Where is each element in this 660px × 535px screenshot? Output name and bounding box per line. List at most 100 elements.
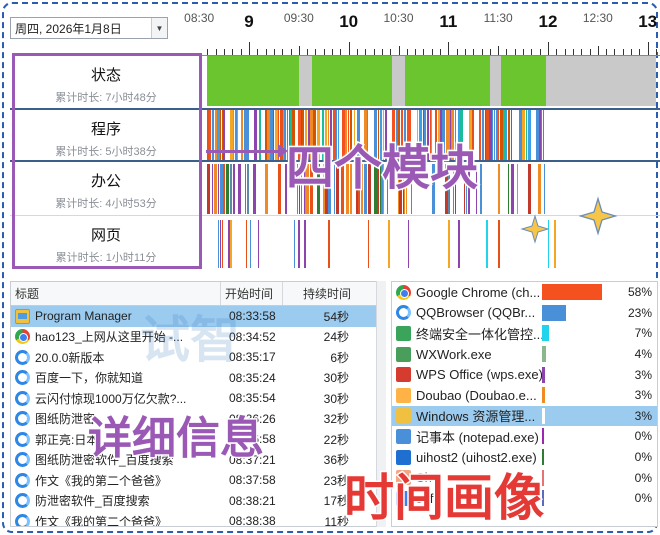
- activity-stripe[interactable]: [278, 164, 282, 214]
- header-start[interactable]: 开始时间: [221, 282, 283, 305]
- activity-stripe[interactable]: [538, 164, 542, 214]
- activity-stripe[interactable]: [472, 110, 475, 160]
- activity-stripe[interactable]: [253, 164, 257, 214]
- list-item[interactable]: 郭正亮:日本 08:36:58 22秒: [11, 429, 385, 450]
- activity-stripe[interactable]: [346, 164, 350, 214]
- activity-stripe[interactable]: [388, 220, 390, 268]
- app-usage-item[interactable]: uihost2 (uihost2.exe) 0%: [392, 447, 657, 468]
- list-item[interactable]: Program Manager 08:33:58 54秒: [11, 306, 385, 327]
- activity-stripe[interactable]: [304, 220, 306, 268]
- activity-stripe[interactable]: [458, 220, 460, 268]
- list-item[interactable]: 图纸防泄密 08:36:26 32秒: [11, 409, 385, 430]
- activity-stripe[interactable]: [424, 110, 427, 160]
- activity-stripe[interactable]: [374, 110, 378, 160]
- activity-stripe[interactable]: [460, 110, 464, 160]
- activity-stripe[interactable]: [233, 164, 236, 214]
- activity-stripe[interactable]: [468, 164, 471, 214]
- activity-stripe[interactable]: [247, 164, 250, 214]
- activity-stripe[interactable]: [528, 110, 532, 160]
- activity-stripe[interactable]: [526, 110, 528, 160]
- app-usage-item[interactable]: 记事本 (notepad.exe) 0%: [392, 426, 657, 447]
- activity-stripe[interactable]: [404, 164, 406, 214]
- activity-stripe[interactable]: [218, 220, 219, 268]
- activity-stripe[interactable]: [364, 164, 368, 214]
- list-item[interactable]: 云闪付惊现1000万亿欠款?... 08:35:54 30秒: [11, 388, 385, 409]
- activity-stripe[interactable]: [212, 164, 214, 214]
- activity-stripe[interactable]: [238, 164, 242, 214]
- list-item[interactable]: 作文《我的第二个爸爸》 08:37:58 23秒: [11, 470, 385, 491]
- app-usage-list[interactable]: Google Chrome (ch... 58% QQBrowser (QQBr..…: [391, 281, 658, 527]
- activity-stripe[interactable]: [522, 110, 526, 160]
- activity-stripe[interactable]: [348, 110, 350, 160]
- activity-stripe[interactable]: [230, 164, 233, 214]
- activity-stripe[interactable]: [294, 220, 295, 268]
- activity-stripe[interactable]: [301, 164, 303, 214]
- activity-stripe[interactable]: [493, 164, 495, 214]
- activity-stripe[interactable]: [311, 164, 314, 214]
- activity-stripe[interactable]: [358, 164, 361, 214]
- activity-stripe[interactable]: [258, 220, 259, 268]
- activity-stripe[interactable]: [519, 164, 523, 214]
- activity-stripe[interactable]: [492, 110, 494, 160]
- app-usage-item[interactable]: Google Chrome (ch... 58%: [392, 282, 657, 303]
- activity-stripe[interactable]: [378, 110, 380, 160]
- activity-stripe[interactable]: [404, 110, 407, 160]
- activity-stripe[interactable]: [222, 220, 223, 268]
- activity-stripe[interactable]: [336, 110, 338, 160]
- activity-stripe[interactable]: [408, 220, 409, 268]
- activity-stripe[interactable]: [511, 164, 515, 214]
- list-item[interactable]: 作文《我的第二个爸爸》 08:38:38 11秒: [11, 511, 385, 526]
- activity-stripe[interactable]: [328, 110, 330, 160]
- list-item[interactable]: 防泄密软件_百度搜索 08:38:21 17秒: [11, 491, 385, 512]
- activity-stripe[interactable]: [361, 164, 364, 214]
- activity-stripe[interactable]: [506, 110, 508, 160]
- app-usage-item[interactable]: WPS Office (wps.exe) 3%: [392, 364, 657, 385]
- status-segment[interactable]: [207, 56, 299, 106]
- activity-stripe[interactable]: [399, 164, 403, 214]
- status-segment[interactable]: [489, 56, 502, 106]
- activity-stripe[interactable]: [409, 110, 412, 160]
- activity-stripe[interactable]: [498, 220, 500, 268]
- activity-stripe[interactable]: [419, 110, 423, 160]
- activity-stripe[interactable]: [451, 110, 455, 160]
- header-duration[interactable]: 持续时间: [283, 282, 371, 305]
- activity-stripe[interactable]: [298, 220, 300, 268]
- activity-stripe[interactable]: [406, 164, 408, 214]
- list-item[interactable]: hao123_上网从这里开始 -... 08:34:52 24秒: [11, 327, 385, 348]
- activity-stripe[interactable]: [427, 110, 430, 160]
- activity-stripe[interactable]: [223, 164, 226, 214]
- activity-stripe[interactable]: [345, 110, 348, 160]
- activity-stripe[interactable]: [230, 220, 232, 268]
- activity-stripe[interactable]: [341, 164, 345, 214]
- app-usage-item[interactable]: safe 0%: [392, 488, 657, 509]
- activity-stripe[interactable]: [498, 164, 501, 214]
- activity-stripe[interactable]: [317, 110, 321, 160]
- activity-stripe[interactable]: [325, 110, 328, 160]
- activity-stripe[interactable]: [265, 164, 269, 214]
- activity-stripe[interactable]: [387, 110, 389, 160]
- activity-stripe[interactable]: [548, 220, 549, 268]
- activity-stripe[interactable]: [322, 110, 325, 160]
- activity-stripe[interactable]: [313, 110, 317, 160]
- list-item[interactable]: 图纸防泄密软件_百度搜索 08:37:21 36秒: [11, 450, 385, 471]
- status-segment[interactable]: [312, 56, 392, 106]
- activity-stripe[interactable]: [543, 110, 545, 160]
- app-usage-item[interactable]: QQBrowser (QQBr... 23%: [392, 303, 657, 324]
- activity-stripe[interactable]: [302, 110, 305, 160]
- activity-stripe[interactable]: [458, 164, 462, 214]
- activity-stripe[interactable]: [380, 110, 383, 160]
- activity-stripe[interactable]: [334, 164, 336, 214]
- activity-stripe[interactable]: [541, 110, 543, 160]
- activity-stripe[interactable]: [508, 164, 510, 214]
- activity-stripe[interactable]: [453, 164, 455, 214]
- activity-stripe[interactable]: [350, 164, 353, 214]
- activity-stripe[interactable]: [411, 164, 413, 214]
- status-segment[interactable]: [501, 56, 547, 106]
- activity-stripe[interactable]: [383, 110, 385, 160]
- activity-stripe[interactable]: [392, 110, 396, 160]
- activity-stripe[interactable]: [512, 110, 516, 160]
- activity-stripe[interactable]: [479, 110, 482, 160]
- activity-stripe[interactable]: [357, 110, 361, 160]
- activity-stripe[interactable]: [554, 220, 556, 268]
- activity-stripe[interactable]: [442, 110, 446, 160]
